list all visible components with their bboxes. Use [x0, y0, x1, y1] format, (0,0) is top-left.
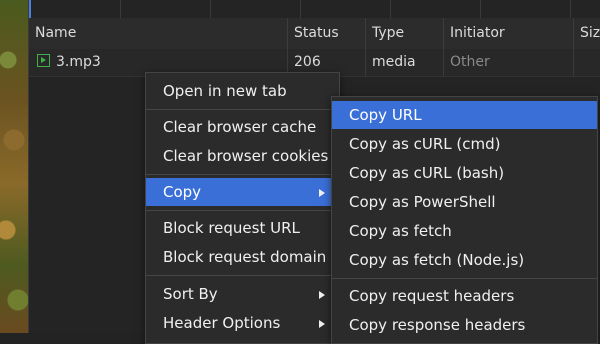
menu-item-header-options-label: Header Options	[163, 314, 281, 332]
menu-item-clear-browser-cache[interactable]: Clear browser cache	[146, 113, 339, 141]
timeline-tick	[120, 0, 121, 18]
submenu-item-copy-as-powershell[interactable]: Copy as PowerShell	[332, 188, 597, 216]
timeline-tick	[210, 0, 211, 18]
submenu-item-copy-as-fetch[interactable]: Copy as fetch	[332, 217, 597, 245]
timeline-tick	[570, 0, 571, 18]
cell-size	[574, 49, 600, 76]
submenu-arrow-icon	[319, 291, 325, 299]
submenu-item-copy-as-curl-bash[interactable]: Copy as cURL (bash)	[332, 159, 597, 187]
submenu-item-copy-request-headers[interactable]: Copy request headers	[332, 282, 597, 310]
timeline-tick	[390, 0, 391, 18]
menu-separator	[332, 278, 597, 279]
context-menu: Open in new tab Clear browser cache Clea…	[145, 72, 340, 344]
submenu-arrow-icon	[319, 189, 325, 197]
column-header-type[interactable]: Type	[366, 18, 444, 49]
menu-separator	[146, 109, 339, 110]
menu-item-block-request-domain[interactable]: Block request domain	[146, 243, 339, 271]
copy-submenu: Copy URL Copy as cURL (cmd) Copy as cURL…	[331, 96, 598, 344]
column-header-initiator[interactable]: Initiator	[444, 18, 574, 49]
menu-item-copy-label: Copy	[163, 183, 202, 201]
request-name: 3.mp3	[56, 54, 101, 70]
cell-type: media	[366, 49, 444, 76]
menu-item-sort-by-label: Sort By	[163, 285, 218, 303]
menu-item-block-request-url[interactable]: Block request URL	[146, 214, 339, 242]
media-file-icon	[37, 54, 50, 67]
column-header-status[interactable]: Status	[288, 18, 366, 49]
menu-separator	[146, 210, 339, 211]
timeline-marker	[29, 0, 31, 18]
column-header-size[interactable]: Size	[574, 18, 600, 49]
menu-item-clear-browser-cookies[interactable]: Clear browser cookies	[146, 142, 339, 170]
cell-initiator: Other	[444, 49, 574, 76]
submenu-item-copy-response-headers[interactable]: Copy response headers	[332, 311, 597, 339]
timeline-strip	[29, 0, 600, 19]
timeline-tick	[480, 0, 481, 18]
table-header: Name Status Type Initiator Size	[29, 18, 600, 50]
menu-separator	[146, 275, 339, 276]
menu-item-sort-by[interactable]: Sort By	[146, 280, 339, 308]
submenu-arrow-icon	[319, 320, 325, 328]
submenu-item-copy-as-fetch-nodejs[interactable]: Copy as fetch (Node.js)	[332, 246, 597, 274]
submenu-item-copy-url[interactable]: Copy URL	[332, 101, 597, 129]
menu-item-open-in-new-tab[interactable]: Open in new tab	[146, 77, 339, 105]
submenu-item-copy-as-curl-cmd[interactable]: Copy as cURL (cmd)	[332, 130, 597, 158]
timeline-tick	[300, 0, 301, 18]
background-page-image	[0, 0, 28, 333]
menu-separator	[146, 174, 339, 175]
column-header-name[interactable]: Name	[29, 18, 288, 49]
menu-item-copy[interactable]: Copy	[146, 178, 339, 206]
